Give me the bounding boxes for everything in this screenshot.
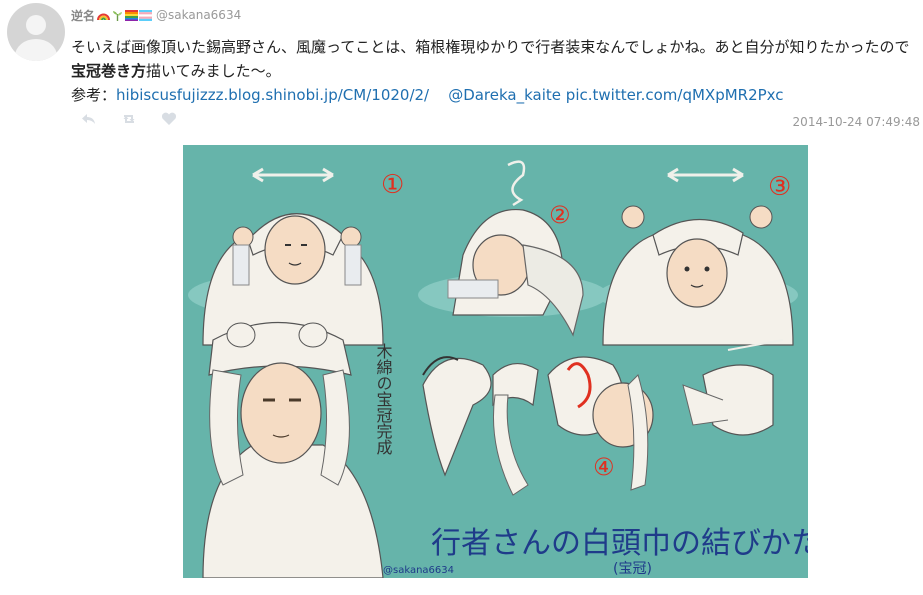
retweet-icon[interactable] xyxy=(120,111,138,127)
attached-illustration[interactable]: ① ② ③ 木綿の宝冠完成 ④ 行者さんの白頭巾の結びかた (宝冠) @saka… xyxy=(183,145,808,578)
step-1-marker: ① xyxy=(381,170,404,200)
avatar-head-shape xyxy=(26,15,46,35)
plant-icon xyxy=(111,10,124,21)
post-references: 参考：hibiscusfujizzz.blog.shinobi.jp/CM/10… xyxy=(71,83,921,107)
rainbow-icon xyxy=(97,10,111,21)
finished-caption: 木綿の宝冠完成 xyxy=(374,343,393,456)
artist-signature: @sakana6634 xyxy=(383,565,454,576)
step-3-marker: ③ xyxy=(768,172,791,202)
post-header: 逆名 @sakana6634 xyxy=(71,6,241,24)
post-text-line: そいえば画像頂いた錫高野さん、風魔ってことは、箱根権現ゆかりで行者装束なんでしょ… xyxy=(71,35,921,83)
reply-icon[interactable] xyxy=(80,111,98,127)
post-actions xyxy=(80,111,178,127)
avatar-shoulders-shape xyxy=(15,39,57,61)
trans-flag-icon xyxy=(139,9,153,21)
pic-link[interactable]: pic.twitter.com/qMXpMR2Pxc xyxy=(566,86,784,104)
post-text-emphasis: 宝冠巻き方 xyxy=(71,62,147,80)
illustration-drawing: ① ② ③ 木綿の宝冠完成 ④ 行者さんの白頭巾の結びかた (宝冠) @saka… xyxy=(183,145,808,578)
step-4-marker: ④ xyxy=(593,453,615,481)
rainbow-flag-icon xyxy=(125,9,139,21)
post-body: そいえば画像頂いた錫高野さん、風魔ってことは、箱根権現ゆかりで行者装束なんでしょ… xyxy=(71,35,921,107)
mention-link[interactable]: @Dareka_kaite xyxy=(448,86,561,104)
post-text-after: 描いてみました〜。 xyxy=(146,62,281,80)
step-2-marker: ② xyxy=(549,201,571,229)
illustration-subtitle: (宝冠) xyxy=(613,561,652,577)
like-icon[interactable] xyxy=(160,111,178,127)
post-timestamp[interactable]: 2014-10-24 07:49:48 xyxy=(793,115,920,129)
reference-link-blog[interactable]: hibiscusfujizzz.blog.shinobi.jp/CM/1020/… xyxy=(116,86,429,104)
post-text-main: そいえば画像頂いた錫高野さん、風魔ってことは、箱根権現ゆかりで行者装束なんでしょ… xyxy=(71,38,910,56)
reference-label: 参考： xyxy=(71,86,117,104)
user-handle[interactable]: @sakana6634 xyxy=(156,8,241,22)
user-name[interactable]: 逆名 xyxy=(71,7,95,24)
user-avatar[interactable] xyxy=(7,3,65,61)
illustration-title: 行者さんの白頭巾の結びかた xyxy=(431,526,808,561)
